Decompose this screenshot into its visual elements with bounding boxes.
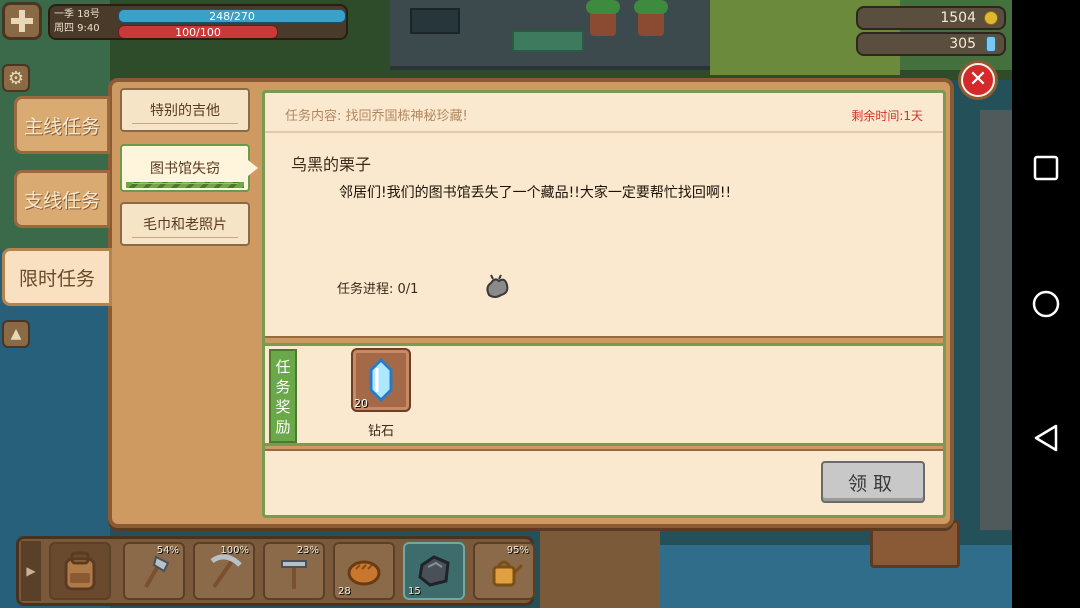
doormat <box>512 30 584 52</box>
reward-count: 20 <box>354 397 368 410</box>
selection-pointer <box>248 160 258 176</box>
back-button[interactable] <box>1012 408 1080 468</box>
back-triangle-icon <box>1034 424 1058 452</box>
durability: 23% <box>296 545 319 556</box>
health-bar: 100/100 <box>118 25 278 38</box>
quest-item[interactable]: 毛巾和老照片 <box>120 202 250 246</box>
hotbar-slot[interactable]: 54% <box>123 542 185 600</box>
player-status: 一季 18号 周四 9:40 248/270 100/100 <box>48 4 348 40</box>
divider <box>265 336 943 346</box>
chevron-right-icon: ▶ <box>26 564 36 578</box>
reward-name: 钻石 <box>367 424 394 439</box>
time-remaining: 剩余时间:1天 <box>851 109 923 123</box>
claim-button[interactable]: 领取 <box>821 461 925 503</box>
wooden-dock <box>540 530 660 608</box>
hotbar: ▶ 54% 100% 23% 28 15 95% <box>16 536 535 606</box>
hotbar-slot-selected[interactable]: 15 <box>403 542 465 600</box>
quest-content: 任务内容: 找回乔国栋神秘珍藏! <box>285 109 468 124</box>
reward-label: 任务奖励 <box>269 349 297 443</box>
flower-pot <box>586 0 620 36</box>
joystick-button[interactable] <box>2 2 42 40</box>
stone-path <box>980 110 1012 530</box>
quest-list: 特别的吉他 图书馆失窃 毛巾和老照片 <box>118 86 258 522</box>
recent-apps-button[interactable] <box>1012 138 1080 198</box>
tab-main-quests[interactable]: 主线任务 <box>14 96 110 154</box>
hotbar-slot[interactable]: 100% <box>193 542 255 600</box>
reward-item[interactable]: 20 <box>351 348 411 412</box>
backpack-icon <box>51 544 109 598</box>
item-count: 15 <box>408 586 421 597</box>
gold-counter: 1504 <box>856 6 1006 30</box>
hotbar-slot[interactable]: 95% <box>473 542 535 600</box>
quest-progress: 任务进程: 0/1 <box>337 282 419 297</box>
flower-pot <box>634 0 668 36</box>
gem-counter: 305 <box>856 32 1006 56</box>
close-button[interactable]: ✕ <box>958 60 998 100</box>
durability: 54% <box>156 545 179 556</box>
quest-description: 邻居们!我们的图书馆丢失了一个藏品!!大家一定要帮忙找回啊!! <box>339 185 732 201</box>
hotbar-slot[interactable]: 23% <box>263 542 325 600</box>
settings-button[interactable]: ⚙ <box>2 64 30 92</box>
durability: 100% <box>220 545 249 556</box>
arrow-up-icon: ▲ <box>10 326 22 342</box>
quest-item-label: 毛巾和老照片 <box>143 217 227 233</box>
quest-item-selected[interactable]: 图书馆失窃 <box>120 144 258 192</box>
weekday-time: 周四 9:40 <box>54 23 100 34</box>
quest-title: 乌黑的栗子 <box>291 155 372 174</box>
quest-item-label: 特别的吉他 <box>150 103 220 119</box>
hotbar-slot[interactable]: 28 <box>333 542 395 600</box>
chestnut-icon <box>486 274 509 298</box>
tab-side-quests[interactable]: 支线任务 <box>14 170 110 228</box>
close-icon: ✕ <box>963 65 993 95</box>
reward-label-text: 任务奖励 <box>275 358 291 436</box>
gold-amount: 1504 <box>940 10 976 26</box>
circle-icon <box>1032 290 1060 318</box>
quest-item[interactable]: 特别的吉他 <box>120 88 250 132</box>
backpack-button[interactable] <box>49 542 111 600</box>
item-count: 28 <box>338 586 351 597</box>
hotbar-toggle[interactable]: ▶ <box>21 541 41 601</box>
energy-bar: 248/270 <box>118 9 346 23</box>
dpad-icon <box>11 10 33 32</box>
expand-button[interactable]: ▲ <box>2 320 30 348</box>
home-button[interactable] <box>1012 274 1080 334</box>
date-display: 一季 18号 周四 9:40 <box>54 8 114 38</box>
durability: 95% <box>506 545 529 556</box>
gem-icon <box>986 36 996 52</box>
house-window <box>410 8 460 34</box>
gem-amount: 305 <box>949 36 976 52</box>
quest-header: 任务内容: 找回乔国栋神秘珍藏! 剩余时间:1天 <box>265 93 943 133</box>
divider <box>265 443 943 451</box>
tab-timed-quests[interactable]: 限时任务 <box>2 248 112 306</box>
quest-item-label: 图书馆失窃 <box>150 161 220 177</box>
coin-icon <box>984 11 998 25</box>
gear-icon: ⚙ <box>7 67 25 89</box>
square-icon <box>1033 155 1059 181</box>
quest-detail-panel: 任务内容: 找回乔国栋神秘珍藏! 剩余时间:1天 乌黑的栗子 邻居们!我们的图书… <box>262 90 946 518</box>
season-day: 一季 18号 <box>54 9 100 20</box>
system-nav-bar <box>1012 0 1080 608</box>
